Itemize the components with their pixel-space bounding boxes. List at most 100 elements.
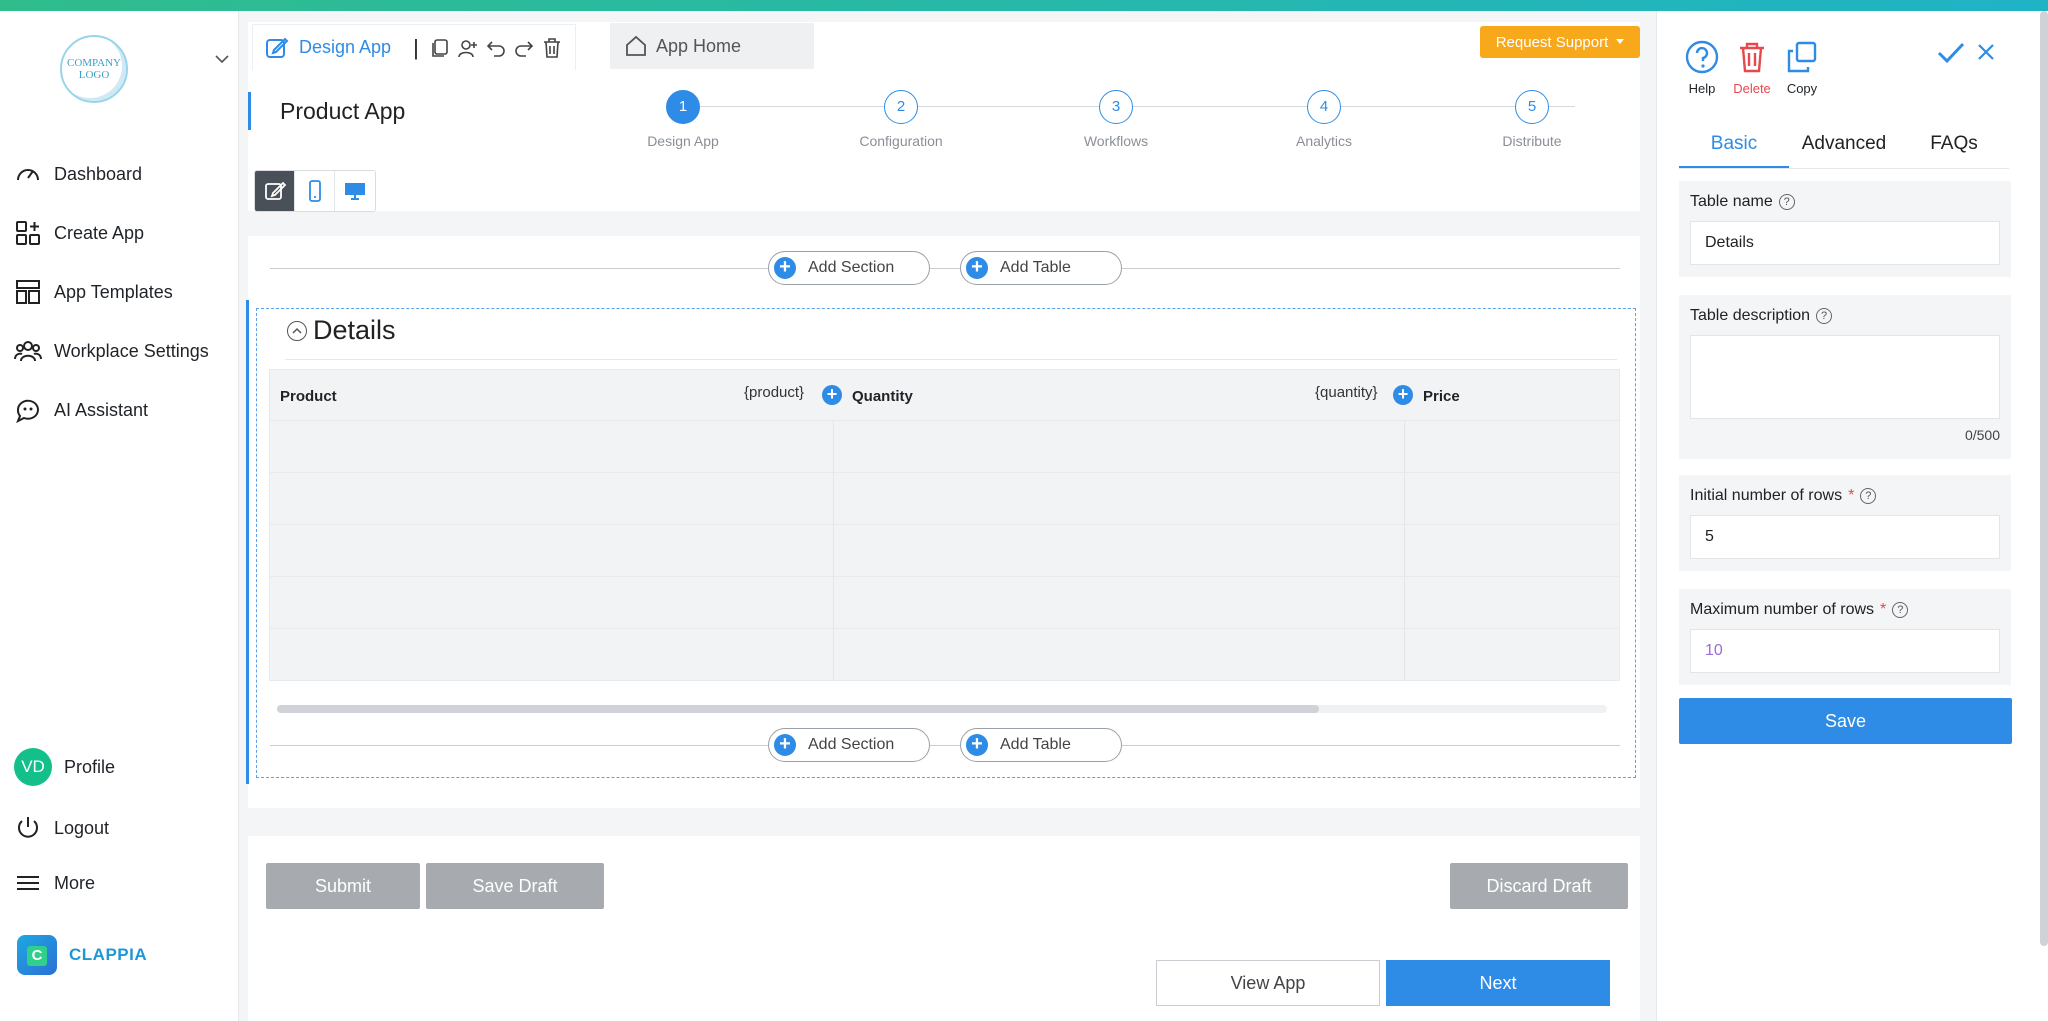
- request-support-button[interactable]: Request Support: [1480, 26, 1640, 58]
- submit-button[interactable]: Submit: [266, 863, 420, 909]
- cell-divider: [833, 421, 834, 472]
- sidebar-item-more[interactable]: More: [14, 867, 95, 899]
- column-header-product[interactable]: Product: [280, 370, 337, 422]
- table-row[interactable]: [269, 473, 1620, 525]
- data-table: Product {product} + Quantity {quantity} …: [269, 369, 1620, 681]
- table-row[interactable]: [269, 577, 1620, 629]
- step-workflows[interactable]: 3 Workflows: [1046, 90, 1186, 149]
- max-rows-input[interactable]: 10: [1690, 629, 2000, 673]
- table-description-textarea[interactable]: [1690, 335, 2000, 419]
- step-label: Analytics: [1295, 133, 1353, 149]
- menu-icon: [17, 876, 39, 890]
- tab-design-app[interactable]: Design App: [265, 36, 391, 60]
- brand-name: CLAPPIA: [69, 945, 148, 964]
- character-counter: 0/500: [1964, 427, 2000, 443]
- sidebar-item-ai-assistant[interactable]: AI Assistant: [14, 394, 148, 426]
- tab-label: Design App: [299, 37, 392, 57]
- help-button[interactable]: Help: [1677, 39, 1727, 96]
- undo-icon[interactable]: [485, 37, 507, 59]
- redo-icon[interactable]: [513, 37, 535, 59]
- desktop-view-button[interactable]: [335, 171, 375, 211]
- sidebar-item-logout[interactable]: Logout: [14, 812, 109, 844]
- tab-app-home[interactable]: App Home: [610, 23, 814, 69]
- save-button[interactable]: Save: [1679, 698, 2012, 744]
- table-name-input[interactable]: Details: [1690, 221, 2000, 265]
- trash-icon[interactable]: [541, 37, 563, 59]
- step-distribute[interactable]: 5 Distribute: [1462, 90, 1602, 149]
- page-vertical-scrollbar[interactable]: [2040, 11, 2048, 946]
- add-section-button[interactable]: + Add Section: [768, 728, 930, 762]
- trash-icon: [1740, 42, 1764, 73]
- sidebar-item-dashboard[interactable]: Dashboard: [14, 158, 142, 190]
- add-table-button[interactable]: + Add Table: [960, 728, 1122, 762]
- section-header[interactable]: Details: [287, 315, 396, 346]
- edit-view-button[interactable]: [255, 171, 295, 211]
- help-icon[interactable]: ?: [1860, 488, 1877, 504]
- step-design-app[interactable]: 1 Design App: [613, 90, 753, 149]
- add-column-icon[interactable]: +: [822, 385, 842, 405]
- tab-label: App Home: [656, 35, 742, 56]
- chevron-up-icon[interactable]: [287, 320, 307, 341]
- field-label: Initial number of rows *?: [1690, 487, 2000, 505]
- column-header-price[interactable]: Price: [1423, 370, 1460, 422]
- sidebar-item-app-templates[interactable]: App Templates: [14, 276, 173, 308]
- sidebar-item-workplace-settings[interactable]: Workplace Settings: [14, 335, 209, 367]
- tab-basic[interactable]: Basic: [1679, 129, 1789, 168]
- delete-button[interactable]: Delete: [1727, 39, 1777, 96]
- mobile-view-button[interactable]: [295, 171, 335, 211]
- check-icon[interactable]: [1937, 41, 1965, 70]
- next-button[interactable]: Next: [1386, 960, 1610, 1006]
- column-header-quantity[interactable]: Quantity: [852, 370, 913, 422]
- discard-draft-button[interactable]: Discard Draft: [1450, 863, 1628, 909]
- view-app-button[interactable]: View App: [1156, 960, 1380, 1006]
- help-icon[interactable]: ?: [1816, 308, 1833, 324]
- copy-button[interactable]: Copy: [1777, 39, 1827, 96]
- step-analytics[interactable]: 4 Analytics: [1254, 90, 1394, 149]
- scrollbar-thumb[interactable]: [277, 705, 1319, 713]
- step-label: Design App: [647, 133, 719, 149]
- table-row[interactable]: [269, 629, 1620, 681]
- sidebar-item-profile[interactable]: VD Profile: [14, 748, 115, 786]
- plus-icon: +: [774, 734, 796, 756]
- column-placeholder: {product}: [744, 384, 805, 401]
- initial-rows-input[interactable]: 5: [1690, 515, 2000, 559]
- avatar: VD: [14, 748, 52, 786]
- cell-divider: [833, 473, 834, 524]
- step-label: Distribute: [1502, 133, 1562, 149]
- help-icon: [1685, 40, 1719, 74]
- add-column-icon[interactable]: +: [1393, 385, 1413, 405]
- add-table-button[interactable]: + Add Table: [960, 251, 1122, 285]
- sidebar-item-label: Workplace Settings: [54, 340, 209, 361]
- table-row[interactable]: [269, 421, 1620, 473]
- help-icon[interactable]: ?: [1892, 602, 1909, 618]
- copy-icon[interactable]: [429, 37, 451, 59]
- grid-plus-icon: [16, 221, 40, 245]
- power-icon: [18, 817, 38, 838]
- copy-label: Copy: [1786, 81, 1818, 96]
- sidebar-item-label: App Templates: [54, 281, 173, 302]
- plus-icon: +: [966, 734, 988, 756]
- divider: [285, 359, 1617, 360]
- tab-faqs[interactable]: FAQs: [1899, 129, 2009, 168]
- table-section[interactable]: Details Product {product} + Quantity {qu…: [256, 308, 1636, 778]
- table-row[interactable]: [269, 525, 1620, 577]
- help-icon[interactable]: ?: [1778, 194, 1795, 210]
- step-configuration[interactable]: 2 Configuration: [831, 90, 971, 149]
- divider: [270, 745, 1620, 746]
- tab-advanced[interactable]: Advanced: [1789, 129, 1899, 168]
- save-draft-button[interactable]: Save Draft: [426, 863, 604, 909]
- label-text: Table description: [1690, 307, 1811, 324]
- close-icon[interactable]: [1977, 43, 1995, 66]
- add-user-icon[interactable]: [457, 37, 479, 59]
- cell-divider: [833, 577, 834, 628]
- table-horizontal-scrollbar[interactable]: [277, 705, 1607, 713]
- add-section-button[interactable]: + Add Section: [768, 251, 930, 285]
- company-logo[interactable]: COMPANY LOGO: [60, 35, 128, 103]
- sidebar-item-create-app[interactable]: Create App: [14, 217, 144, 249]
- edit-toolbar: |: [413, 35, 563, 61]
- sidebar-item-label: Logout: [54, 817, 110, 838]
- sidebar-item-label: More: [54, 872, 96, 893]
- sidebar-item-label: Dashboard: [54, 163, 143, 184]
- chevron-down-icon[interactable]: [215, 51, 229, 69]
- step-number: 1: [666, 90, 700, 124]
